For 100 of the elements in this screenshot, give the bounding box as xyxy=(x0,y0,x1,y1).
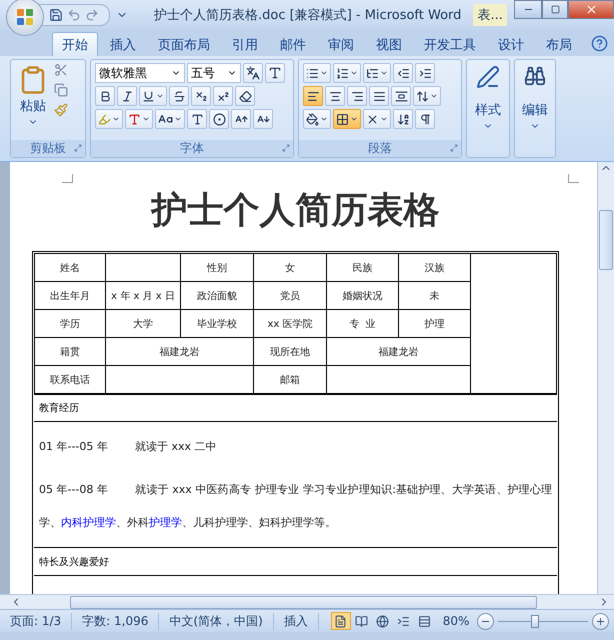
caret-icon xyxy=(380,115,388,123)
office-button[interactable] xyxy=(6,0,44,36)
table-cell: 籍贯 xyxy=(35,338,105,365)
asian-layout-button[interactable] xyxy=(363,109,391,129)
increase-indent-button[interactable] xyxy=(415,63,435,83)
sort-button[interactable] xyxy=(393,109,413,129)
numbering-button[interactable] xyxy=(333,63,361,83)
strikethrough-button[interactable] xyxy=(169,86,189,106)
multilevel-list-button[interactable] xyxy=(363,63,391,83)
align-right-icon xyxy=(350,90,364,102)
shrink-font-button[interactable] xyxy=(253,109,273,129)
font-size-field[interactable]: 五号 xyxy=(187,63,241,83)
ribbon-tab[interactable]: 邮件 xyxy=(270,32,316,56)
table-cell: xx 医学院 xyxy=(254,310,326,337)
cut-icon[interactable] xyxy=(54,63,68,77)
close-button[interactable] xyxy=(568,0,614,19)
grow-font-button[interactable] xyxy=(231,109,251,129)
show-marks-button[interactable] xyxy=(415,109,435,129)
page-count[interactable]: 页面: 1/3 xyxy=(0,612,72,630)
superscript-button[interactable] xyxy=(213,86,233,106)
section-heading: 特长及兴趣爱好 xyxy=(39,556,109,568)
subscript-button[interactable] xyxy=(191,86,211,106)
minimize-button[interactable] xyxy=(514,0,542,19)
character-shading-button[interactable] xyxy=(187,109,207,129)
table-cell: 政治面貌 xyxy=(181,282,253,309)
language-status[interactable]: 中文(简体，中国) xyxy=(159,612,274,630)
change-case-button[interactable] xyxy=(155,109,185,129)
bullet-list-icon xyxy=(306,66,319,80)
paste-button[interactable]: 粘贴 xyxy=(15,63,51,137)
ribbon-tab[interactable]: 设计 xyxy=(488,32,534,56)
font-name-field[interactable]: 微软雅黑 xyxy=(95,63,185,83)
letter-icon xyxy=(268,66,282,80)
justify-button[interactable] xyxy=(369,86,389,106)
ribbon-tab[interactable]: 开始 xyxy=(52,32,98,56)
zoom-in-button[interactable] xyxy=(592,612,610,630)
save-icon[interactable] xyxy=(49,8,63,22)
insert-mode[interactable]: 插入 xyxy=(274,612,319,630)
italic-button[interactable] xyxy=(117,86,137,106)
circle-icon xyxy=(212,112,226,126)
ribbon-tab[interactable]: 开发工具 xyxy=(414,32,486,56)
zoom-slider-thumb[interactable] xyxy=(531,614,540,628)
ribbon-tab[interactable]: 引用 xyxy=(222,32,268,56)
word-count[interactable]: 字数: 1,096 xyxy=(72,612,160,630)
table-cell: 出生年月 xyxy=(35,282,105,309)
phonetic-guide-button[interactable] xyxy=(243,63,263,83)
italic-icon xyxy=(120,90,134,102)
table-cell: 婚姻状况 xyxy=(327,282,398,309)
table-cell: 现所在地 xyxy=(254,338,326,365)
page-layout-view-button[interactable] xyxy=(330,612,351,630)
dialog-launcher-icon[interactable] xyxy=(74,144,82,152)
table-cell: 专 业 xyxy=(327,310,398,337)
caret-icon xyxy=(320,115,328,123)
underline-button[interactable] xyxy=(139,86,167,106)
line-spacing-button[interactable] xyxy=(413,86,441,106)
ribbon-tab[interactable]: 插入 xyxy=(100,32,146,56)
table-cell: 汉族 xyxy=(399,254,470,281)
maximize-button[interactable] xyxy=(542,0,568,19)
distribute-button[interactable] xyxy=(391,86,411,106)
editing-button[interactable]: 编辑 xyxy=(519,63,551,154)
caret-icon xyxy=(350,115,358,123)
caret-icon xyxy=(350,69,358,77)
styles-button[interactable]: 样式 xyxy=(471,63,505,154)
help-icon[interactable] xyxy=(591,35,608,52)
zoom-level[interactable]: 80% xyxy=(442,614,470,628)
superscript-icon xyxy=(216,90,230,102)
zoom-out-button[interactable] xyxy=(477,612,494,630)
decrease-indent-button[interactable] xyxy=(393,63,413,83)
scrollbar-thumb[interactable] xyxy=(599,210,613,270)
enclose-character-button[interactable] xyxy=(209,109,229,129)
copy-icon[interactable] xyxy=(54,83,68,97)
sort-icon xyxy=(396,112,410,126)
zoom-slider[interactable] xyxy=(498,614,588,628)
dialog-launcher-icon[interactable] xyxy=(282,144,290,152)
scrollbar-thumb[interactable] xyxy=(70,596,537,608)
line-spacing-icon xyxy=(416,90,429,102)
draft-view-icon xyxy=(418,614,432,628)
maximize-icon xyxy=(550,5,560,14)
font-color-button[interactable] xyxy=(125,109,153,129)
character-border-button[interactable] xyxy=(265,63,285,83)
ribbon-tab[interactable]: 布局 xyxy=(536,32,582,56)
align-center-button[interactable] xyxy=(325,86,345,106)
web-view-icon xyxy=(376,614,390,628)
ribbon-tab[interactable]: 视图 xyxy=(366,32,412,56)
table-cell: 护理 xyxy=(399,310,470,337)
table-cell: 党员 xyxy=(254,282,326,309)
dialog-launcher-icon[interactable] xyxy=(450,144,458,152)
bold-button[interactable] xyxy=(95,86,115,106)
caret-icon xyxy=(142,115,150,123)
ribbon-tab[interactable]: 页面布局 xyxy=(148,32,220,56)
caret-icon xyxy=(430,92,438,100)
borders-button[interactable] xyxy=(333,109,361,129)
align-left-button[interactable] xyxy=(303,86,323,106)
align-right-button[interactable] xyxy=(347,86,367,106)
shading-button[interactable] xyxy=(303,109,331,129)
bullets-button[interactable] xyxy=(303,63,331,83)
table-cell: 联系电话 xyxy=(35,366,105,393)
plus-icon xyxy=(595,616,606,626)
ribbon-tab[interactable]: 审阅 xyxy=(318,32,364,56)
clear-format-button[interactable] xyxy=(235,86,255,106)
distribute-icon xyxy=(394,90,408,102)
